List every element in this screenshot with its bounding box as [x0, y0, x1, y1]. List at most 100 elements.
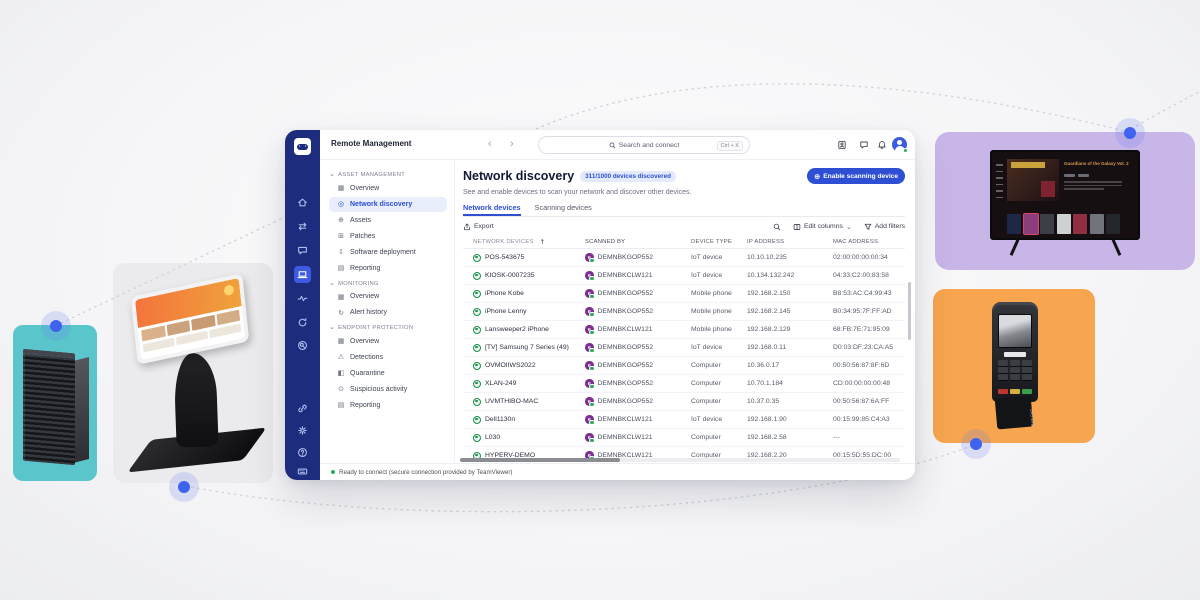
sidebar-item-patches[interactable]: ⊞Patches [329, 229, 447, 244]
scanner-agent-icon: e [585, 253, 594, 262]
table-row[interactable]: [TV] Samsung 7 Series (49)eDEMNBKGOP552I… [463, 339, 905, 357]
table-row[interactable]: UVMTHIBO-MACeDEMNBKGOP552Computer10.37.0… [463, 393, 905, 411]
keyboard-icon[interactable] [294, 463, 311, 480]
sidebar-item-overview[interactable]: ▦Overview [329, 334, 447, 349]
reporting-icon: ▤ [337, 401, 345, 409]
sidebar-item-label: Reporting [350, 402, 380, 409]
tab-scanning-devices[interactable]: Scanning devices [535, 203, 592, 216]
table-row[interactable]: XLAN-249eDEMNBKGOP552Computer10.70.1.184… [463, 375, 905, 393]
add-filters-button[interactable]: Add filters [864, 223, 905, 231]
network-device-icon [473, 434, 481, 442]
horizontal-scrollbar-thumb[interactable] [460, 458, 620, 462]
nav-section-asset-management[interactable]: ⌄ASSET MANAGEMENT [329, 172, 447, 178]
connections-icon[interactable] [294, 218, 311, 235]
search-placeholder: Search and connect [619, 142, 679, 149]
sidebar-item-suspicious-activity[interactable]: ⊙Suspicious activity [329, 382, 447, 397]
sidebar-item-label: Network discovery [350, 201, 412, 208]
sidebar-item-reporting[interactable]: ▤ Reporting [329, 398, 447, 413]
help-icon[interactable] [294, 444, 311, 461]
sidebar-item-overview[interactable]: ▦Overview [329, 290, 447, 305]
scanned-by-text: DEMNBKCLW121 [598, 326, 653, 333]
cell-mac-address: 02:00:00:00:00:34 [829, 254, 905, 261]
table-row[interactable]: Dell1130neDEMNBKCLW121IoT device192.168.… [463, 411, 905, 429]
sidebar-item-assets[interactable]: ⊕Assets [329, 213, 447, 228]
cell-scanned-by: eDEMNBKCLW121 [583, 415, 687, 424]
device-name-text: POS-543675 [485, 254, 524, 261]
cell-scanned-by: eDEMNBKGOP552 [583, 343, 687, 352]
column-header-mac-address[interactable]: MAC ADDRESS [829, 239, 905, 245]
export-button[interactable]: Export [463, 223, 494, 231]
cell-device-type: Mobile phone [687, 290, 743, 297]
contacts-icon[interactable] [835, 138, 849, 152]
shortcut-badge: Ctrl + K [717, 141, 744, 151]
horizontal-scrollbar[interactable] [460, 458, 900, 462]
sidebar-item-label: Overview [350, 185, 379, 192]
settings-gear-icon[interactable] [294, 422, 311, 439]
nav-section-monitoring[interactable]: ⌄MONITORING [329, 281, 447, 287]
nav-section-label: ENDPOINT PROTECTION [338, 325, 413, 331]
column-header-device-type[interactable]: DEVICE TYPE [687, 239, 743, 245]
table-row[interactable]: Lansweeper2 iPhoneeDEMNBKCLW121Mobile ph… [463, 321, 905, 339]
table-row[interactable]: OVMOIIWS2022eDEMNBKGOP552Computer10.36.0… [463, 357, 905, 375]
server-block [13, 325, 97, 481]
scanned-by-text: DEMNBKGOP552 [598, 398, 654, 405]
tab-network-devices[interactable]: Network devices [463, 203, 521, 216]
sidebar-item-software-deployment[interactable]: ⇩Software deployment [329, 245, 447, 260]
home-icon[interactable] [294, 194, 311, 211]
column-header-ip-address[interactable]: IP ADDRESS [743, 239, 829, 245]
cell-scanned-by: eDEMNBKCLW121 [583, 433, 687, 442]
cell-ip-address: 10.37.0.35 [743, 398, 829, 405]
back-arrow-icon[interactable]: ‹ [488, 137, 492, 151]
sidebar-item-network-discovery[interactable]: ◎Network discovery [329, 197, 447, 212]
asset-search-icon[interactable] [294, 337, 311, 354]
sidebar-item-detections[interactable]: ⚠Detections [329, 350, 447, 365]
cell-device-type: IoT device [687, 416, 743, 423]
updates-icon[interactable] [294, 314, 311, 331]
column-header-scanned-by[interactable]: SCANNED BY [583, 239, 687, 245]
scanner-agent-icon: e [585, 289, 594, 298]
integrations-icon[interactable] [294, 400, 311, 417]
cell-mac-address: 00:15:99:85:C4:A3 [829, 416, 905, 423]
vertical-scrollbar[interactable] [908, 282, 911, 340]
cell-device-name: POS-543675 [463, 254, 583, 262]
forward-arrow-icon[interactable]: › [510, 137, 514, 151]
chat-bubble-icon[interactable] [857, 138, 871, 152]
notifications-bell-icon[interactable] [875, 138, 889, 152]
sidebar-item-alert-history[interactable]: ↻Alert history [329, 306, 447, 321]
table-body: POS-543675eDEMNBKGOP552IoT device10.10.1… [463, 249, 905, 465]
sort-ascending-icon[interactable]: ↑ [540, 238, 546, 246]
sidebar-item-overview[interactable]: ▦Overview [329, 181, 447, 196]
cell-mac-address: B8:53:AC:C4:99:43 [829, 290, 905, 297]
scanned-by-text: DEMNBKCLW121 [598, 272, 653, 279]
nav-section-endpoint-protection[interactable]: ⌄ENDPOINT PROTECTION [329, 325, 447, 331]
network-device-icon [473, 272, 481, 280]
edit-columns-button[interactable]: Edit columns ⌄ [793, 223, 852, 231]
sidebar-item-label: Detections [350, 354, 383, 361]
table-row[interactable]: iPhone KobeeDEMNBKGOP552Mobile phone192.… [463, 285, 905, 303]
devices-icon[interactable] [294, 266, 311, 283]
column-header-network-devices[interactable]: NETWORK DEVICES↑ [463, 238, 583, 246]
teamviewer-logo [294, 138, 311, 155]
table-row[interactable]: POS-543675eDEMNBKGOP552IoT device10.10.1… [463, 249, 905, 267]
chat-icon[interactable] [294, 242, 311, 259]
cell-mac-address: --- [829, 434, 905, 441]
cell-mac-address: CD:00:00:00:00:48 [829, 380, 905, 387]
cell-scanned-by: eDEMNBKCLW121 [583, 271, 687, 280]
network-device-icon [473, 326, 481, 334]
cell-ip-address: 10.70.1.184 [743, 380, 829, 387]
cell-device-name: UVMTHIBO-MAC [463, 398, 583, 406]
column-header-label: DEVICE TYPE [691, 239, 732, 245]
table-row[interactable]: L030eDEMNBKCLW121Computer192.168.2.58--- [463, 429, 905, 447]
table-row[interactable]: KIOSK-0007235eDEMNBKCLW121IoT device10.1… [463, 267, 905, 285]
user-avatar[interactable] [892, 137, 907, 152]
enable-scanning-device-button[interactable]: ⊕ Enable scanning device [807, 168, 905, 184]
scanned-by-text: DEMNBKCLW121 [598, 416, 653, 423]
monitoring-icon[interactable] [294, 290, 311, 307]
sidebar-item-reporting[interactable]: ▤Reporting [329, 261, 447, 276]
search-input[interactable]: Search and connect Ctrl + K [538, 136, 750, 154]
device-name-text: iPhone Lenny [485, 308, 527, 315]
table-search-icon[interactable] [773, 223, 781, 231]
sidebar-item-quarantine[interactable]: ◧Quarantine [329, 366, 447, 381]
table-row[interactable]: iPhone LennyeDEMNBKGOP552Mobile phone192… [463, 303, 905, 321]
tv-image: Guardians of the Galaxy Vol. 2 [990, 150, 1140, 240]
